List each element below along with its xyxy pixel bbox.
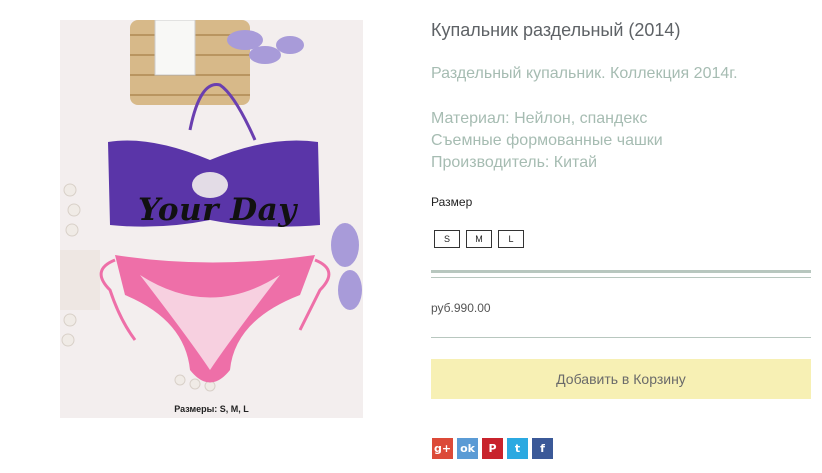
size-option-s[interactable]: S [434, 230, 460, 248]
spec-material: Материал: Нейлон, спандекс [431, 110, 648, 127]
facebook-icon[interactable]: f [532, 438, 553, 459]
odnoklassniki-icon[interactable]: ok [457, 438, 478, 459]
pinterest-icon[interactable]: P [482, 438, 503, 459]
add-to-cart-button[interactable]: Добавить в Корзину [431, 359, 811, 399]
divider [431, 277, 811, 278]
size-label: Размер [431, 195, 473, 209]
product-image[interactable]: Your Day Размеры: S, M, L [60, 20, 363, 418]
divider [431, 270, 811, 273]
size-options: S M L [434, 230, 524, 248]
size-option-l[interactable]: L [498, 230, 524, 248]
spec-cups: Съемные формованные чашки [431, 132, 663, 149]
product-subtitle: Раздельный купальник. Коллекция 2014г. [431, 65, 738, 82]
lace-ornament [60, 250, 100, 310]
product-price: руб.990.00 [431, 301, 491, 315]
spec-manufacturer: Производитель: Китай [431, 154, 598, 171]
divider [431, 337, 811, 338]
brand-watermark: Your Day [138, 192, 297, 228]
share-bar: g+ ok P t f [432, 438, 553, 459]
image-sizes-caption: Размеры: S, M, L [174, 404, 249, 414]
product-title: Купальник раздельный (2014) [431, 20, 681, 40]
size-option-m[interactable]: M [466, 230, 492, 248]
google-plus-icon[interactable]: g+ [432, 438, 453, 459]
twitter-icon[interactable]: t [507, 438, 528, 459]
bottle [154, 20, 196, 76]
product-specs: Материал: Нейлон, спандекс Съемные формо… [431, 108, 663, 174]
